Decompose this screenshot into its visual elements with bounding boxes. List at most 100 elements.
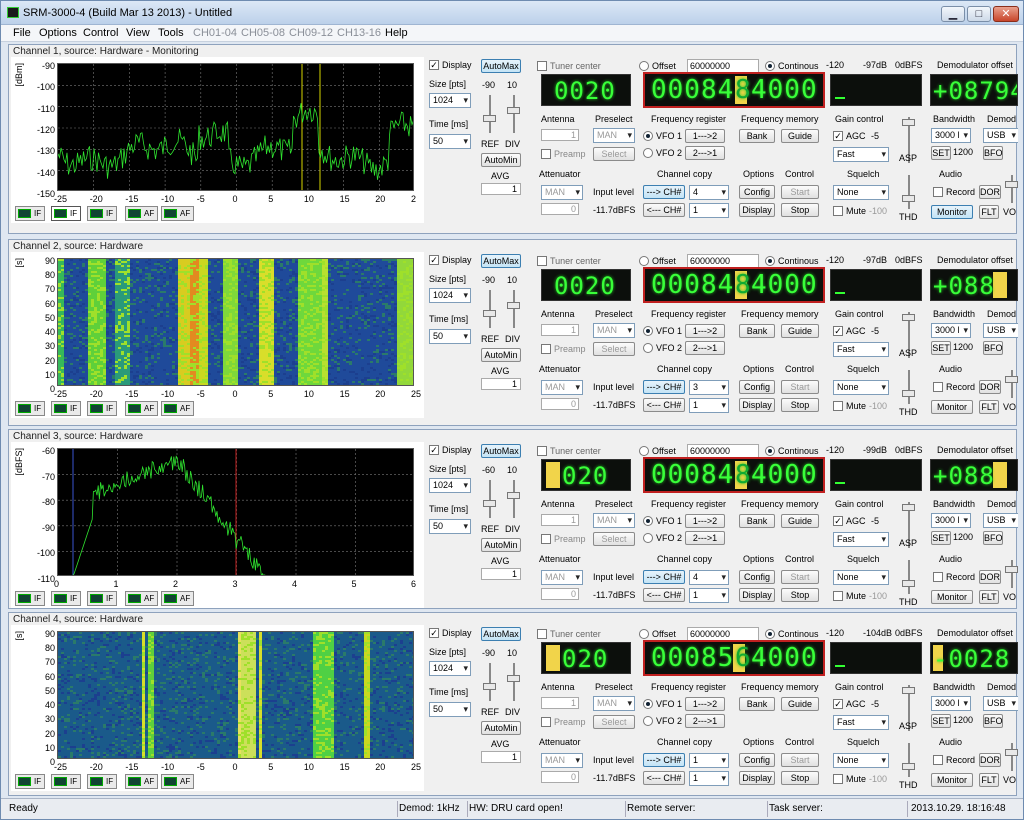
view-af-button[interactable]: AF: [125, 591, 159, 606]
volume-slider[interactable]: [1005, 181, 1018, 188]
automin-button[interactable]: AutoMin: [481, 348, 521, 362]
display-button[interactable]: Display: [739, 398, 775, 412]
start-button[interactable]: Start: [781, 753, 819, 767]
bank-button[interactable]: Bank: [739, 324, 775, 338]
offset-radio[interactable]: [639, 446, 649, 456]
size-select[interactable]: 1024: [429, 478, 471, 493]
mute-checkbox[interactable]: [833, 591, 843, 601]
antenna-spinner[interactable]: 1: [541, 129, 579, 141]
record-checkbox[interactable]: [933, 572, 943, 582]
attenuator-spinner[interactable]: 0: [541, 203, 579, 215]
avg-spinner[interactable]: 1: [481, 751, 521, 763]
menu-ch01-04[interactable]: CH01-04: [193, 27, 237, 39]
copy-from-channel-button[interactable]: <--- CH#: [643, 203, 685, 217]
view-af-button[interactable]: AF: [125, 774, 159, 789]
offset-radio[interactable]: [639, 629, 649, 639]
avg-spinner[interactable]: 1: [481, 378, 521, 390]
ref-slider[interactable]: [483, 683, 496, 690]
squelch-select[interactable]: None: [833, 185, 889, 200]
menu-ch13-16[interactable]: CH13-16: [337, 27, 381, 39]
monitor-button[interactable]: Monitor: [931, 773, 973, 787]
antenna-spinner[interactable]: 1: [541, 324, 579, 336]
view-if-button[interactable]: IF: [15, 206, 46, 221]
menu-control[interactable]: Control: [83, 27, 118, 39]
menu-ch09-12[interactable]: CH09-12: [289, 27, 333, 39]
vfo2-radio[interactable]: [643, 148, 653, 158]
thd-slider[interactable]: [902, 580, 915, 587]
bandwidth-select[interactable]: 3000 l: [931, 128, 971, 143]
thd-slider[interactable]: [902, 390, 915, 397]
copy-from-channel-button[interactable]: <--- CH#: [643, 771, 685, 785]
start-button[interactable]: Start: [781, 380, 819, 394]
antenna-spinner[interactable]: 1: [541, 697, 579, 709]
view-if-button[interactable]: IF: [51, 206, 82, 221]
tuner-center-checkbox[interactable]: [537, 629, 547, 639]
vfo-copy-2-1-button[interactable]: 2--->1: [685, 146, 725, 160]
vfo-copy-2-1-button[interactable]: 2--->1: [685, 341, 725, 355]
ref-slider[interactable]: [483, 500, 496, 507]
automax-button[interactable]: AutoMax: [481, 254, 521, 268]
preamp-checkbox[interactable]: [541, 717, 551, 727]
guide-button[interactable]: Guide: [781, 514, 819, 528]
display-button[interactable]: Display: [739, 771, 775, 785]
time-select[interactable]: 50: [429, 519, 471, 534]
offset-field[interactable]: 60000000: [687, 627, 759, 641]
frequency-lcd[interactable]: 00084 8 4000: [643, 457, 825, 493]
copy-to-channel-select[interactable]: 4: [689, 570, 729, 585]
vfo-copy-1-2-button[interactable]: 1--->2: [685, 324, 725, 338]
copy-from-channel-select[interactable]: 1: [689, 771, 729, 786]
squelch-select[interactable]: None: [833, 380, 889, 395]
menu-view[interactable]: View: [126, 27, 150, 39]
volume-slider[interactable]: [1005, 749, 1018, 756]
vfo-copy-2-1-button[interactable]: 2--->1: [685, 714, 725, 728]
vfo2-radio[interactable]: [643, 343, 653, 353]
display-checkbox[interactable]: ✓: [429, 445, 439, 455]
attenuator-spinner[interactable]: 0: [541, 398, 579, 410]
copy-to-channel-button[interactable]: ---> CH#: [643, 185, 685, 199]
agc-speed-select[interactable]: Fast: [833, 715, 889, 730]
preamp-checkbox[interactable]: [541, 534, 551, 544]
view-af-button[interactable]: AF: [125, 401, 159, 416]
automax-button[interactable]: AutoMax: [481, 444, 521, 458]
copy-to-channel-button[interactable]: ---> CH#: [643, 570, 685, 584]
continous-radio[interactable]: [765, 61, 775, 71]
view-if-button[interactable]: IF: [51, 401, 82, 416]
dor-button[interactable]: DOR: [979, 185, 1001, 199]
config-button[interactable]: Config: [739, 380, 775, 394]
div-slider[interactable]: [507, 302, 520, 309]
attenuator-select[interactable]: MAN: [541, 185, 583, 200]
demod-mode-select[interactable]: USB: [983, 696, 1018, 711]
offset-radio[interactable]: [639, 61, 649, 71]
close-icon[interactable]: ✕: [993, 6, 1019, 22]
automax-button[interactable]: AutoMax: [481, 59, 521, 73]
vfo2-radio[interactable]: [643, 716, 653, 726]
flt-button[interactable]: FLT: [979, 590, 999, 604]
view-af-button[interactable]: AF: [161, 206, 195, 221]
bandwidth-set-button[interactable]: SET: [931, 714, 951, 728]
vfo1-radio[interactable]: [643, 131, 653, 141]
copy-from-channel-button[interactable]: <--- CH#: [643, 588, 685, 602]
offset-radio[interactable]: [639, 256, 649, 266]
record-checkbox[interactable]: [933, 382, 943, 392]
time-select[interactable]: 50: [429, 329, 471, 344]
avg-spinner[interactable]: 1: [481, 183, 521, 195]
vfo-copy-1-2-button[interactable]: 1--->2: [685, 697, 725, 711]
agc-checkbox[interactable]: ✓: [833, 516, 843, 526]
bfo-button[interactable]: BFO: [983, 341, 1003, 355]
view-if-button[interactable]: IF: [87, 206, 118, 221]
squelch-select[interactable]: None: [833, 570, 889, 585]
copy-to-channel-select[interactable]: 3: [689, 380, 729, 395]
dor-button[interactable]: DOR: [979, 753, 1001, 767]
volume-slider[interactable]: [1005, 376, 1018, 383]
continous-radio[interactable]: [765, 629, 775, 639]
preselect-select[interactable]: MAN: [593, 513, 635, 528]
antenna-spinner[interactable]: 1: [541, 514, 579, 526]
stop-button[interactable]: Stop: [781, 398, 819, 412]
attenuator-select[interactable]: MAN: [541, 570, 583, 585]
bfo-button[interactable]: BFO: [983, 714, 1003, 728]
copy-to-channel-button[interactable]: ---> CH#: [643, 753, 685, 767]
copy-to-channel-select[interactable]: 4: [689, 185, 729, 200]
attenuator-spinner[interactable]: 0: [541, 588, 579, 600]
agc-checkbox[interactable]: ✓: [833, 326, 843, 336]
asp-slider[interactable]: [902, 119, 915, 126]
